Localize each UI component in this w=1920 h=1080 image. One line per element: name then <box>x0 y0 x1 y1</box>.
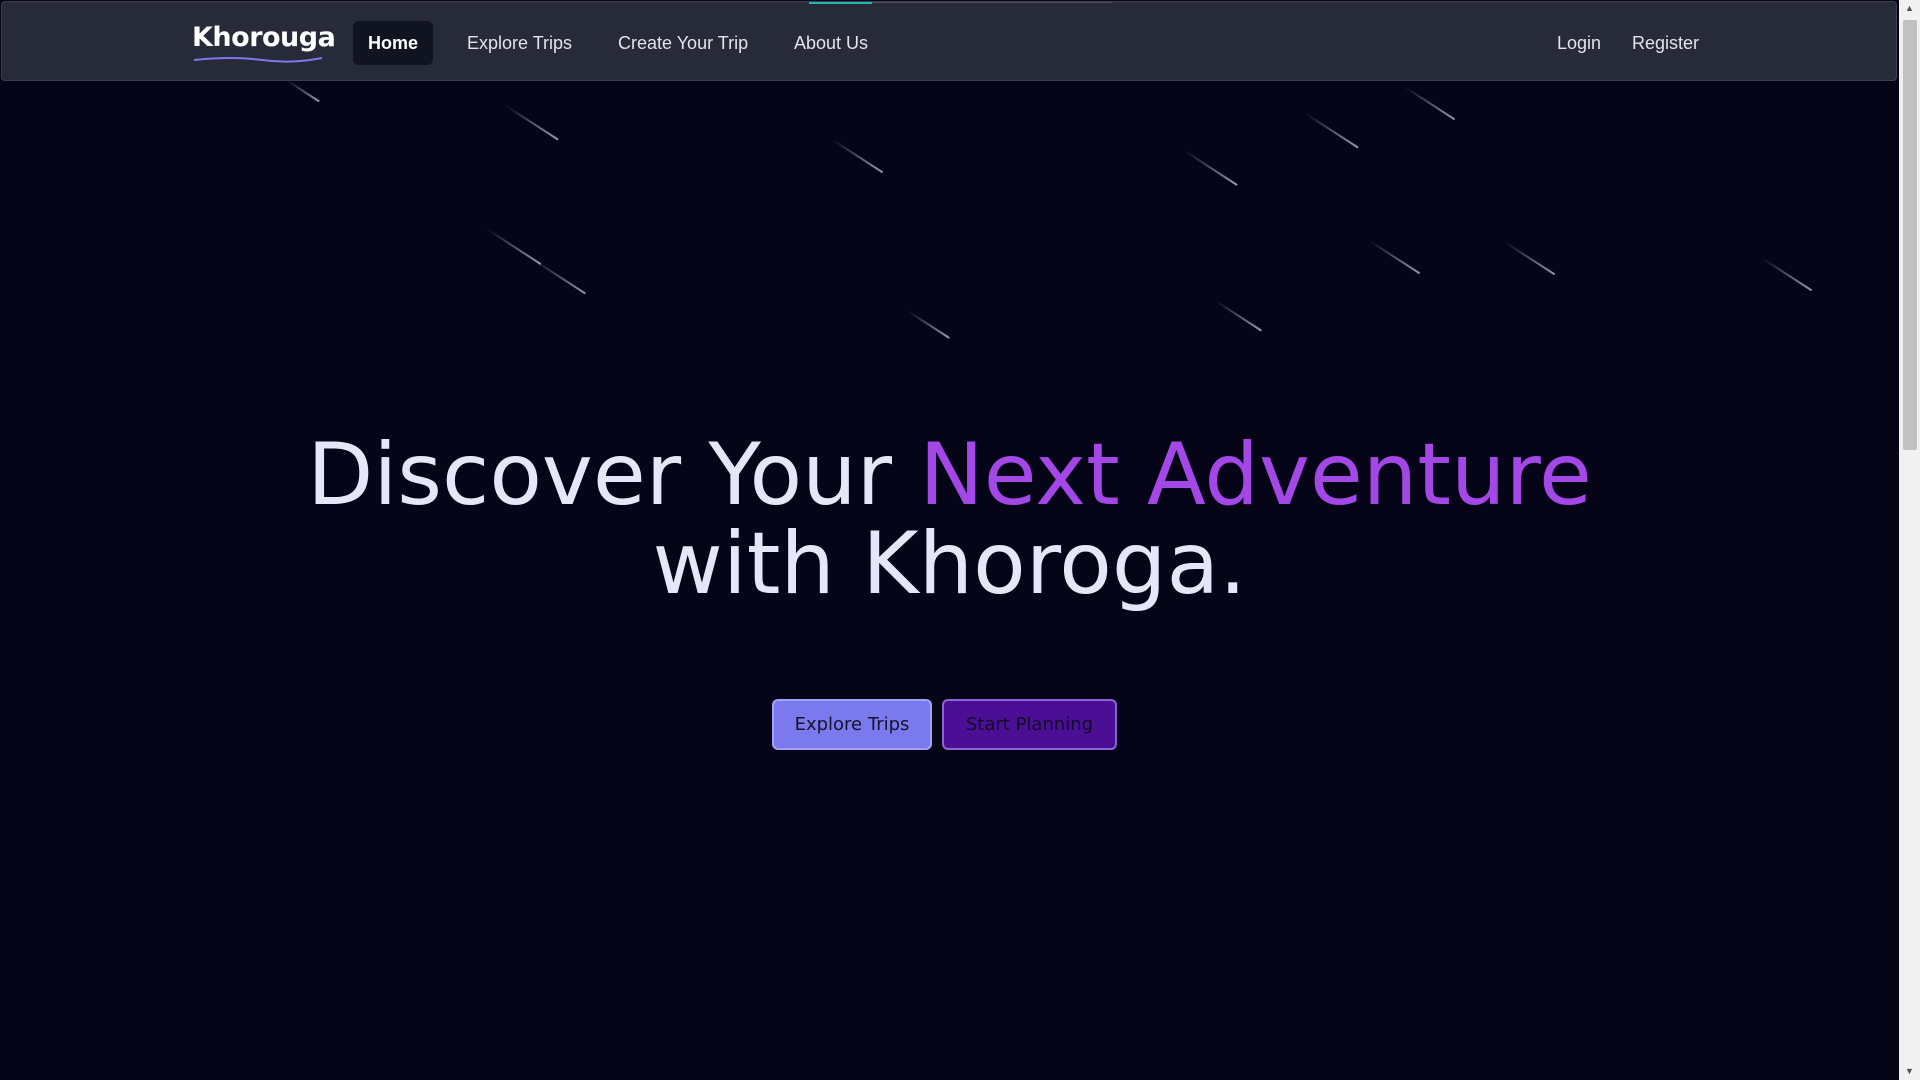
shooting-star <box>1368 240 1421 275</box>
scroll-down-icon[interactable]: ▼ <box>1899 1063 1920 1080</box>
nav-accent-line <box>872 2 1112 3</box>
shooting-star <box>1403 86 1456 121</box>
shooting-star <box>831 139 884 174</box>
shooting-star <box>1503 241 1556 276</box>
register-link[interactable]: Register <box>1617 21 1714 65</box>
hero-headline-line2: with Khoroga. <box>652 514 1247 614</box>
shooting-star <box>906 310 950 339</box>
brand-logo[interactable]: Khorouga <box>192 24 336 51</box>
viewport: Khorouga Home Explore Trips Create Your … <box>0 0 1899 1080</box>
start-planning-button[interactable]: Start Planning <box>942 699 1117 750</box>
explore-trips-button[interactable]: Explore Trips <box>772 699 932 750</box>
nav-link-create-trip[interactable]: Create Your Trip <box>603 21 763 65</box>
shooting-star <box>532 259 586 295</box>
nav-link-home[interactable]: Home <box>353 21 434 65</box>
page: Khorouga Home Explore Trips Create Your … <box>0 0 1920 1080</box>
hero-headline-line1: Discover Your Next Adventure <box>0 432 1899 518</box>
vertical-scrollbar[interactable]: ▲ ▼ <box>1899 0 1920 1080</box>
hero-headline-plain: Discover Your <box>307 425 920 525</box>
shooting-star <box>1303 112 1359 149</box>
scroll-thumb[interactable] <box>1903 20 1917 450</box>
shooting-star <box>1760 257 1813 292</box>
shooting-star <box>1183 150 1238 186</box>
scroll-up-icon[interactable]: ▲ <box>1899 0 1920 17</box>
hero-headline-highlight: Next Adventure <box>919 425 1592 525</box>
nav-accent-bar <box>809 2 872 4</box>
nav-link-explore-trips[interactable]: Explore Trips <box>452 21 587 65</box>
top-navbar: Khorouga Home Explore Trips Create Your … <box>1 1 1897 81</box>
nav-link-about-us[interactable]: About Us <box>779 21 883 65</box>
brand-underline-icon <box>193 57 323 63</box>
shooting-star <box>503 104 559 141</box>
shooting-star <box>286 80 320 103</box>
shooting-star <box>1214 300 1263 332</box>
login-link[interactable]: Login <box>1542 21 1616 65</box>
